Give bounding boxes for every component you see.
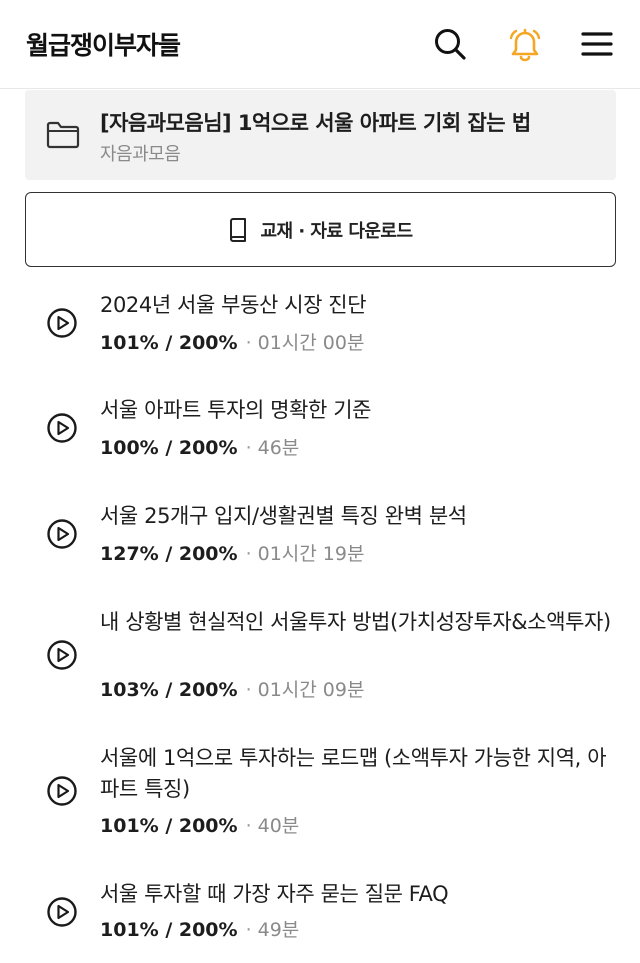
course-card[interactable]: [자음과모음님] 1억으로 서울 아파트 기회 잡는 법 자음과모음	[25, 90, 616, 180]
lesson-duration: 01시간 09분	[257, 679, 365, 701]
play-icon[interactable]	[46, 518, 78, 550]
download-materials-label: 교재 · 자료 다운로드	[260, 220, 413, 242]
book-icon	[228, 217, 248, 242]
lesson-title: 서울 투자할 때 가장 자주 묻는 질문 FAQ	[100, 882, 449, 906]
lesson-duration: 01시간 00분	[257, 332, 365, 354]
meta-separator: ·	[245, 815, 252, 837]
play-icon[interactable]	[46, 896, 78, 928]
lesson-duration: 01시간 19분	[257, 543, 365, 565]
play-icon[interactable]	[46, 639, 78, 671]
meta-separator: ·	[245, 332, 252, 354]
lesson-meta: 100% / 200% · 46분	[100, 433, 299, 460]
lesson-progress: 103% / 200%	[100, 679, 238, 701]
app-logo[interactable]: 월급쟁이부자들	[26, 26, 181, 62]
top-header: 월급쟁이부자들	[0, 0, 640, 89]
lesson-item[interactable]: 서울 25개구 입지/생활권별 특징 완벽 분석 127% / 200% · 01시…	[0, 501, 640, 573]
lesson-item[interactable]: 서울에 1억으로 투자하는 로드맵 (소액투자 가능한 지역, 아파트 특징) …	[0, 743, 640, 843]
lesson-title: 2024년 서울 부동산 시장 진단	[100, 293, 367, 317]
app: 월급쟁이부자들 [자음과모음님] 1억으로 서울 아파트 기회 잡는 법 자음과…	[0, 0, 640, 963]
search-icon[interactable]	[432, 26, 468, 62]
lesson-meta: 101% / 200% · 49분	[100, 915, 299, 942]
lesson-title: 내 상황별 현실적인 서울투자 방법(가치성장투자&소액투자)	[100, 610, 611, 634]
meta-separator: ·	[245, 919, 252, 941]
lesson-progress: 100% / 200%	[100, 437, 238, 459]
folder-icon	[46, 121, 80, 153]
lesson-item[interactable]: 2024년 서울 부동산 시장 진단 101% / 200% · 01시간 00분	[0, 290, 640, 362]
lesson-title: 서울 아파트 투자의 명확한 기준	[100, 398, 372, 422]
lesson-duration: 40분	[257, 815, 300, 837]
bell-icon[interactable]	[507, 26, 543, 62]
lesson-progress: 101% / 200%	[100, 815, 238, 837]
lesson-progress: 101% / 200%	[100, 919, 238, 941]
hamburger-menu-icon[interactable]	[579, 26, 615, 62]
lesson-progress: 127% / 200%	[100, 543, 238, 565]
course-author: 자음과모음	[100, 144, 181, 165]
lesson-title: 서울 25개구 입지/생활권별 특징 완벽 분석	[100, 504, 467, 528]
meta-separator: ·	[245, 679, 252, 701]
play-icon[interactable]	[46, 775, 78, 807]
play-icon[interactable]	[46, 412, 78, 444]
lesson-meta: 101% / 200% · 40분	[100, 811, 299, 838]
lesson-item[interactable]: 내 상황별 현실적인 서울투자 방법(가치성장투자&소액투자) 103% / 2…	[0, 607, 640, 707]
lesson-item[interactable]: 서울 투자할 때 가장 자주 묻는 질문 FAQ 101% / 200% · 49분	[0, 879, 640, 951]
lesson-progress: 101% / 200%	[100, 332, 238, 354]
lesson-duration: 49분	[257, 919, 300, 941]
lesson-meta: 101% / 200% · 01시간 00분	[100, 328, 364, 355]
lesson-item[interactable]: 서울 아파트 투자의 명확한 기준 100% / 200% · 46분	[0, 395, 640, 467]
play-icon[interactable]	[46, 307, 78, 339]
course-title: [자음과모음님] 1억으로 서울 아파트 기회 잡는 법	[100, 111, 531, 135]
lesson-duration: 46분	[257, 437, 300, 459]
meta-separator: ·	[245, 543, 252, 565]
lesson-meta: 103% / 200% · 01시간 09분	[100, 675, 364, 702]
lesson-title: 서울에 1억으로 투자하는 로드맵 (소액투자 가능한 지역, 아파트 특징)	[100, 746, 607, 801]
lesson-meta: 127% / 200% · 01시간 19분	[100, 539, 364, 566]
download-materials-button[interactable]: 교재 · 자료 다운로드	[25, 192, 616, 267]
meta-separator: ·	[245, 437, 252, 459]
